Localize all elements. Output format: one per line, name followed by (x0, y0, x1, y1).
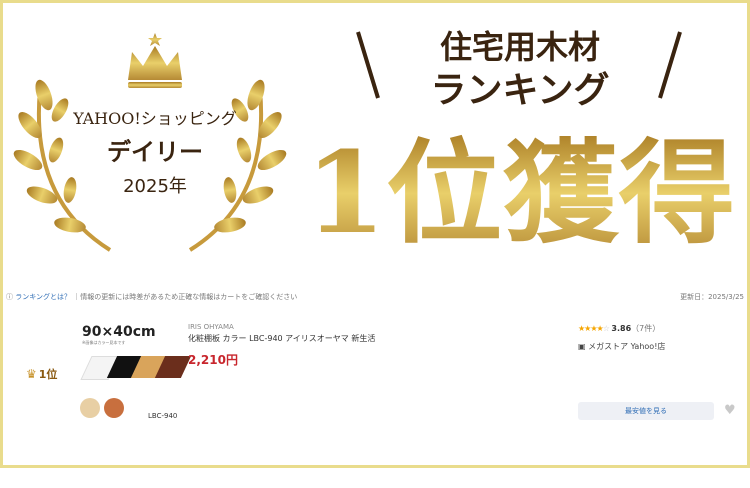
size-note: ※画像はカラー見本です (82, 340, 126, 345)
banner-ranking-text: ランキング (431, 69, 610, 111)
swatch-light (80, 398, 100, 418)
banner-year-text: 2025年 (123, 176, 187, 197)
update-date: 更新日：2025/3/25 (680, 293, 744, 301)
review-count: （7件） (631, 324, 661, 333)
store-name[interactable]: ▣ メガストア Yahoo!店 (578, 341, 665, 352)
ranking-notice: ⓘ ランキングとは？ ｜情報の更新には時差があるため正確な情報はカートをご確認く… (6, 292, 297, 302)
store-icon: ▣ (578, 342, 586, 351)
heart-icon[interactable]: ♥ (724, 403, 736, 418)
rank-badge: ♛ 1位 (26, 366, 57, 382)
banner-daily-text: デイリー (107, 137, 203, 166)
ranking-about-link[interactable]: ランキングとは？ (15, 293, 71, 301)
info-icon: ⓘ (6, 293, 13, 301)
rating-stars: ★★★★ (578, 324, 604, 333)
product-brand: IRIS OHYAMA (188, 323, 234, 331)
rating-value: 3.86 (611, 324, 632, 333)
banner-first-place-text: 1位獲得 (305, 128, 735, 259)
model-number: LBC-940 (148, 412, 178, 420)
banner-store-text: YAHOO!ショッピング (72, 109, 237, 128)
crown-icon: ♛ (26, 367, 37, 381)
product-title[interactable]: 化粧棚板 カラー LBC-940 アイリスオーヤマ 新生活 (188, 333, 375, 344)
lowest-price-button[interactable]: 最安値を見る (578, 402, 714, 420)
banner-category-text: 住宅用木材 (440, 28, 600, 66)
notice-text: ｜情報の更新には時差があるため正確な情報はカートをご確認ください (73, 293, 298, 301)
swatch-cherry (104, 398, 124, 418)
product-price: 2,210円 (188, 353, 238, 367)
rank-label: 1位 (38, 368, 58, 381)
product-rating[interactable]: ★★★★☆ 3.86（7件） (578, 323, 660, 334)
ranking-banner: YAHOO!ショッピング デイリー 2025年 住宅用木材 ランキング 1位獲得 (13, 28, 735, 259)
product-size-text: 90×40cm (82, 324, 156, 340)
rating-star-empty: ☆ (602, 324, 610, 333)
store-label: メガストア Yahoo!店 (588, 342, 666, 351)
crown-icon (128, 33, 182, 88)
product-image[interactable]: 90×40cm ※画像はカラー見本です LBC-940 (78, 322, 192, 426)
